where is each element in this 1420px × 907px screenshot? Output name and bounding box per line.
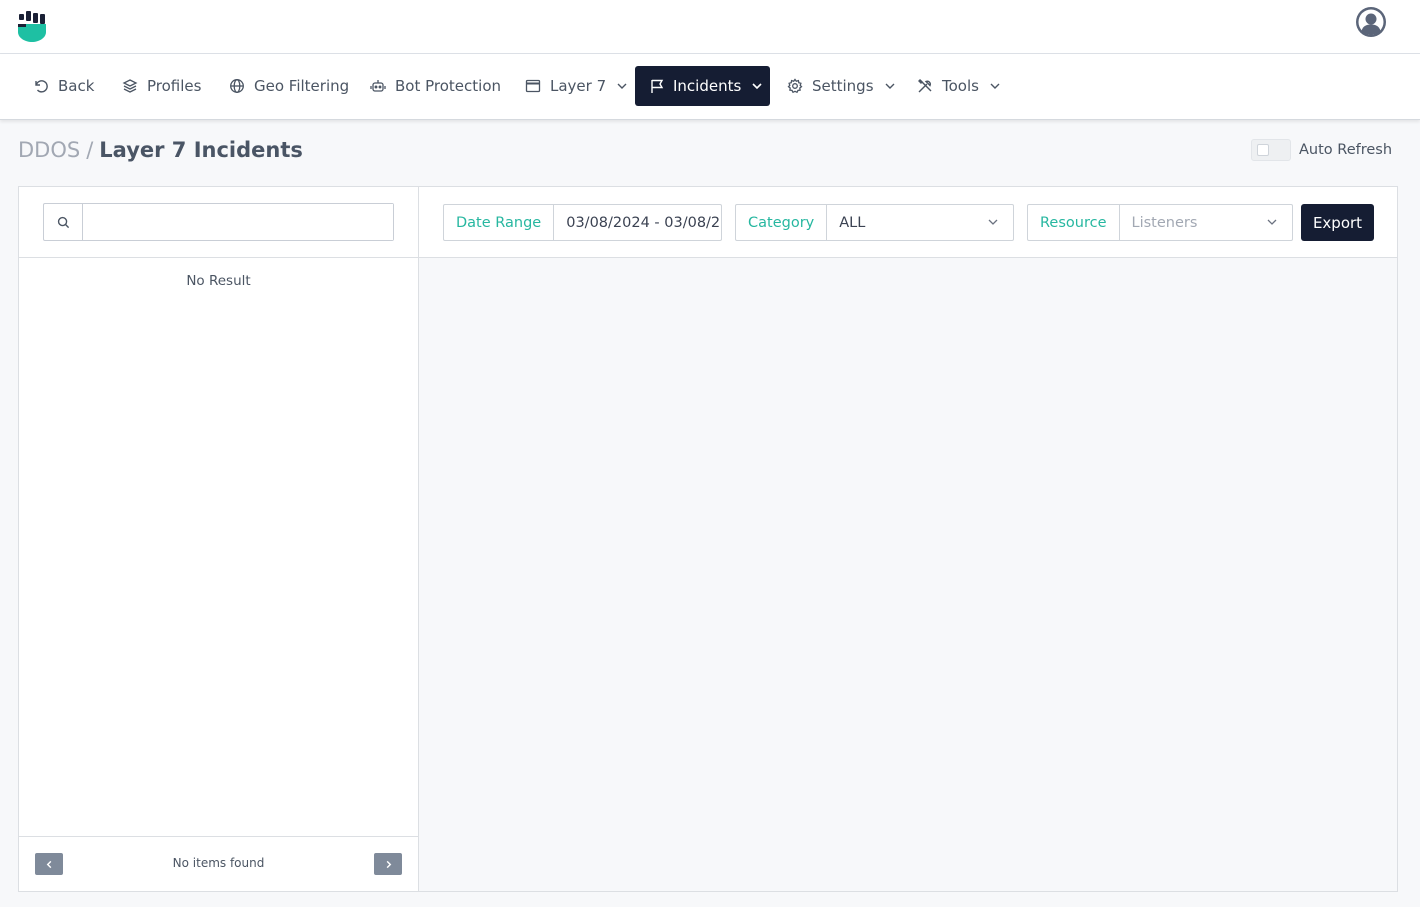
nav-item-profiles[interactable]: Profiles (107, 66, 215, 106)
nav-item-label: Layer 7 (550, 77, 607, 95)
nav-item-incidents[interactable]: Incidents (635, 66, 770, 106)
chevron-down-icon (1267, 219, 1277, 225)
gear-icon (786, 77, 804, 95)
tools-icon (916, 77, 934, 95)
date-range-filter[interactable]: Date Range 03/08/2024 - 03/08/2 (443, 204, 722, 241)
empty-list-message: No Result (186, 273, 251, 289)
incidents-panel: No Result No items found Date Range 03/0… (18, 186, 1398, 892)
page-title: Layer 7 Incidents (99, 138, 303, 162)
category-select[interactable]: ALL (827, 205, 1013, 240)
nav-item-label: Geo Filtering (254, 77, 350, 95)
top-bar (0, 0, 1420, 54)
resource-placeholder: Listeners (1131, 214, 1198, 231)
next-page-button[interactable] (374, 853, 402, 875)
search-icon (44, 204, 83, 240)
nav-item-label: Bot Protection (395, 77, 502, 95)
nav-item-label: Profiles (147, 77, 202, 95)
chevron-down-icon (751, 80, 763, 92)
list-search-area (19, 187, 418, 258)
nav-item-back[interactable]: Back (18, 66, 108, 106)
chevron-down-icon (988, 219, 998, 225)
incident-detail-area (419, 258, 1397, 891)
nav-item-settings[interactable]: Settings (772, 66, 910, 106)
fist-shield-logo[interactable] (17, 11, 47, 43)
auto-refresh: Auto Refresh (1251, 138, 1392, 162)
nav-item-label: Settings (812, 77, 874, 95)
globe-icon (228, 77, 246, 95)
chevron-down-icon (989, 80, 1001, 92)
nav-item-geo-filtering[interactable]: Geo Filtering (214, 66, 363, 106)
chevron-right-icon (386, 860, 391, 868)
nav-item-label: Tools (942, 77, 979, 95)
resource-select[interactable]: Listeners (1120, 205, 1293, 240)
nav-item-label: Incidents (673, 77, 742, 95)
auto-refresh-label: Auto Refresh (1299, 142, 1393, 158)
date-range-label: Date Range (444, 205, 555, 240)
robot-icon (369, 77, 387, 95)
category-selected-value: ALL (839, 214, 866, 231)
category-label: Category (736, 205, 828, 240)
category-filter[interactable]: Category ALL (735, 204, 1014, 241)
search-input[interactable] (83, 204, 393, 240)
breadcrumb-separator: / (86, 138, 94, 162)
export-button[interactable]: Export (1301, 204, 1374, 241)
pagination-status: No items found (172, 856, 265, 870)
resource-filter[interactable]: Resource Listeners (1027, 204, 1293, 241)
auto-refresh-toggle[interactable] (1251, 139, 1291, 161)
layers-icon (121, 77, 139, 95)
list-pagination: No items found (19, 836, 418, 891)
nav-item-bot-protection[interactable]: Bot Protection (355, 66, 515, 106)
chevron-down-icon (616, 80, 628, 92)
main-nav: Back Profiles Geo Filtering Bot Protecti… (0, 54, 1420, 120)
nav-item-tools[interactable]: Tools (902, 66, 1015, 106)
breadcrumb: DDOS / Layer 7 Incidents (18, 138, 303, 168)
toggle-knob (1257, 144, 1269, 156)
chevron-down-icon (884, 80, 896, 92)
nav-item-label: Back (58, 77, 95, 95)
resource-label: Resource (1028, 205, 1120, 240)
filter-bar: Date Range 03/08/2024 - 03/08/2 Category… (419, 187, 1397, 258)
breadcrumb-root[interactable]: DDOS (18, 138, 80, 162)
undo-icon (32, 77, 50, 95)
incident-list-pane: No Result No items found (19, 187, 419, 891)
date-range-input[interactable]: 03/08/2024 - 03/08/2 (554, 205, 721, 240)
window-icon (524, 77, 542, 95)
user-avatar-icon[interactable] (1355, 6, 1387, 38)
flag-icon (649, 77, 665, 95)
search-box (43, 203, 394, 241)
nav-item-layer-7[interactable]: Layer 7 (510, 66, 642, 106)
